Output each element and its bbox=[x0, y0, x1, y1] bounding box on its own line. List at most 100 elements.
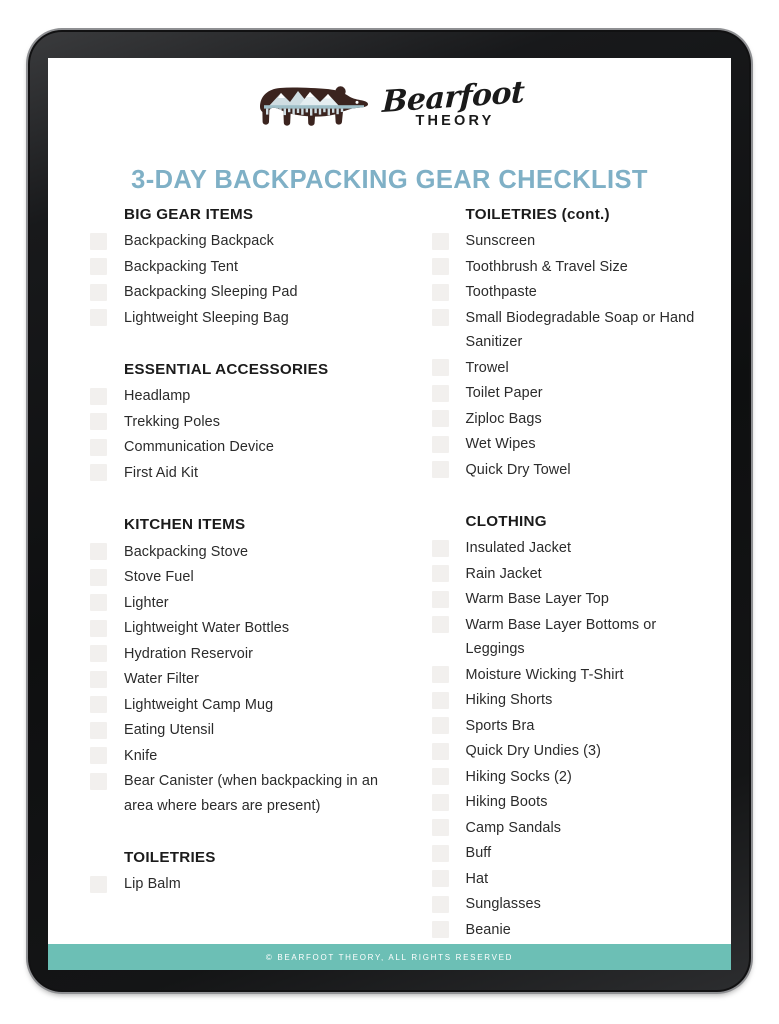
checkbox-icon[interactable] bbox=[90, 670, 107, 688]
checkbox-icon[interactable] bbox=[431, 590, 449, 608]
checkbox-icon[interactable] bbox=[90, 258, 107, 276]
checkbox-icon[interactable] bbox=[90, 438, 107, 456]
checkbox-icon[interactable] bbox=[431, 565, 449, 583]
checkbox-icon[interactable] bbox=[431, 691, 449, 709]
checkbox-icon[interactable] bbox=[90, 232, 107, 250]
checkbox-icon[interactable] bbox=[431, 283, 449, 301]
checkbox-icon[interactable] bbox=[431, 768, 449, 786]
checklist-item-label: Small Biodegradable Soap or Hand Sanitiz… bbox=[465, 309, 695, 351]
checklist-item[interactable]: Trekking Poles bbox=[90, 410, 402, 435]
checklist-item[interactable]: Lip Balm bbox=[90, 872, 402, 897]
checkbox-icon[interactable] bbox=[431, 793, 449, 811]
checklist-item[interactable]: Ziploc Bags bbox=[431, 407, 714, 432]
checklist-item[interactable]: Beanie bbox=[431, 918, 714, 943]
checkbox-icon[interactable] bbox=[90, 568, 107, 586]
checkbox-icon[interactable] bbox=[431, 435, 449, 453]
checklist-item[interactable]: Quick Dry Towel bbox=[431, 458, 714, 483]
checklist-item[interactable]: Water Filter bbox=[90, 667, 402, 692]
checklist-item[interactable]: Sunglasses bbox=[431, 892, 714, 917]
checkbox-icon[interactable] bbox=[90, 875, 107, 893]
checkbox-icon[interactable] bbox=[90, 413, 107, 431]
checklist-item-label: Warm Base Layer Bottoms or Leggings bbox=[465, 616, 657, 658]
checkbox-icon[interactable] bbox=[431, 410, 449, 428]
checklist-item[interactable]: Hiking Boots bbox=[431, 790, 714, 815]
checklist-item[interactable]: Lighter bbox=[90, 591, 402, 616]
checklist-item[interactable]: Small Biodegradable Soap or Hand Sanitiz… bbox=[431, 306, 714, 355]
checklist-item[interactable]: Sports Bra bbox=[431, 714, 714, 739]
checklist-item[interactable]: Backpacking Backpack bbox=[90, 229, 402, 254]
checkbox-icon[interactable] bbox=[431, 666, 449, 684]
checklist-item[interactable]: Buff bbox=[431, 841, 714, 866]
checkbox-icon[interactable] bbox=[431, 844, 449, 862]
checklist-item[interactable]: Hydration Reservoir bbox=[90, 642, 402, 667]
brand-wordmark: Bearfoot THEORY bbox=[382, 75, 525, 129]
checkbox-icon[interactable] bbox=[431, 895, 449, 913]
checkbox-icon[interactable] bbox=[90, 594, 107, 612]
checkbox-icon[interactable] bbox=[90, 309, 107, 327]
checkbox-icon[interactable] bbox=[90, 543, 107, 561]
checklist-item-label: Backpacking Stove bbox=[124, 543, 249, 560]
checkbox-icon[interactable] bbox=[431, 616, 449, 634]
checklist-item[interactable]: Quick Dry Undies (3) bbox=[431, 739, 714, 764]
checkbox-icon[interactable] bbox=[431, 258, 449, 276]
checklist-item[interactable]: Lightweight Sleeping Bag bbox=[90, 306, 402, 331]
checkbox-icon[interactable] bbox=[431, 539, 449, 557]
checkbox-icon[interactable] bbox=[431, 384, 449, 402]
checkbox-icon[interactable] bbox=[431, 921, 449, 939]
checklist-item[interactable]: Warm Base Layer Bottoms or Leggings bbox=[431, 613, 714, 662]
checklist-item[interactable]: Stove Fuel bbox=[90, 565, 402, 590]
checklist-item-label: Buff bbox=[465, 845, 492, 862]
checklist-item[interactable]: Backpacking Sleeping Pad bbox=[90, 280, 402, 305]
checkbox-icon[interactable] bbox=[90, 619, 107, 637]
checklist-section: TOILETRIES (cont.) Sunscreen Toothbrush & … bbox=[431, 206, 714, 483]
checkbox-icon[interactable] bbox=[431, 870, 449, 888]
checklist-item[interactable]: Hiking Shorts bbox=[431, 688, 714, 713]
checkbox-icon[interactable] bbox=[90, 721, 107, 739]
checklist-item-label: Quick Dry Undies (3) bbox=[465, 743, 602, 760]
checklist-item-label: Backpacking Tent bbox=[124, 258, 239, 275]
checklist-item[interactable]: Warm Base Layer Top bbox=[431, 587, 714, 612]
checkbox-icon[interactable] bbox=[431, 819, 449, 837]
checklist-item-label: Bear Canister (when backpacking in an ar… bbox=[124, 773, 379, 814]
checkbox-icon[interactable] bbox=[90, 696, 107, 714]
checklist-item[interactable]: Rain Jacket bbox=[431, 562, 714, 587]
checklist-item[interactable]: Backpacking Stove bbox=[90, 540, 402, 565]
checkbox-icon[interactable] bbox=[90, 645, 107, 663]
checklist-item[interactable]: Hat bbox=[431, 867, 714, 892]
checkbox-icon[interactable] bbox=[90, 387, 107, 405]
checklist-item[interactable]: Headlamp bbox=[90, 384, 402, 409]
checkbox-icon[interactable] bbox=[431, 742, 449, 760]
checklist-item[interactable]: Toothbrush & Travel Size bbox=[431, 255, 714, 280]
checkbox-icon[interactable] bbox=[90, 772, 107, 790]
checklist-item[interactable]: Wet Wipes bbox=[431, 432, 714, 457]
checkbox-icon[interactable] bbox=[90, 747, 107, 765]
checklist-column-right: TOILETRIES (cont.) Sunscreen Toothbrush & … bbox=[402, 206, 714, 969]
checklist-item-label: First Aid Kit bbox=[124, 464, 199, 481]
checklist-item-label: Moisture Wicking T-Shirt bbox=[465, 666, 624, 683]
checklist-item[interactable]: Toilet Paper bbox=[431, 381, 714, 406]
checkbox-icon[interactable] bbox=[431, 717, 449, 735]
checkbox-icon[interactable] bbox=[90, 464, 107, 482]
checklist-item[interactable]: Insulated Jacket bbox=[431, 536, 714, 561]
checkbox-icon[interactable] bbox=[431, 359, 449, 377]
checklist-item[interactable]: Bear Canister (when backpacking in an ar… bbox=[90, 769, 402, 818]
checklist-item[interactable]: Lightweight Camp Mug bbox=[90, 693, 402, 718]
checklist-item[interactable]: Trowel bbox=[431, 356, 714, 381]
checkbox-icon[interactable] bbox=[431, 232, 449, 250]
checklist-item[interactable]: First Aid Kit bbox=[90, 461, 402, 486]
checklist-item[interactable]: Sunscreen bbox=[431, 229, 714, 254]
checklist-item[interactable]: Backpacking Tent bbox=[90, 255, 402, 280]
checklist-item[interactable]: Lightweight Water Bottles bbox=[90, 616, 402, 641]
bear-mountain-logo-icon bbox=[260, 86, 369, 126]
checklist-item[interactable]: Camp Sandals bbox=[431, 816, 714, 841]
checkbox-icon[interactable] bbox=[431, 309, 449, 327]
checklist-item[interactable]: Communication Device bbox=[90, 435, 402, 460]
checklist-item[interactable]: Toothpaste bbox=[431, 280, 714, 305]
checklist-item-label: Trekking Poles bbox=[124, 413, 221, 430]
checklist-item[interactable]: Moisture Wicking T-Shirt bbox=[431, 663, 714, 688]
checkbox-icon[interactable] bbox=[431, 461, 449, 479]
checklist-item[interactable]: Hiking Socks (2) bbox=[431, 765, 714, 790]
checklist-item[interactable]: Eating Utensil bbox=[90, 718, 402, 743]
checklist-item[interactable]: Knife bbox=[90, 744, 402, 769]
checkbox-icon[interactable] bbox=[90, 283, 107, 301]
